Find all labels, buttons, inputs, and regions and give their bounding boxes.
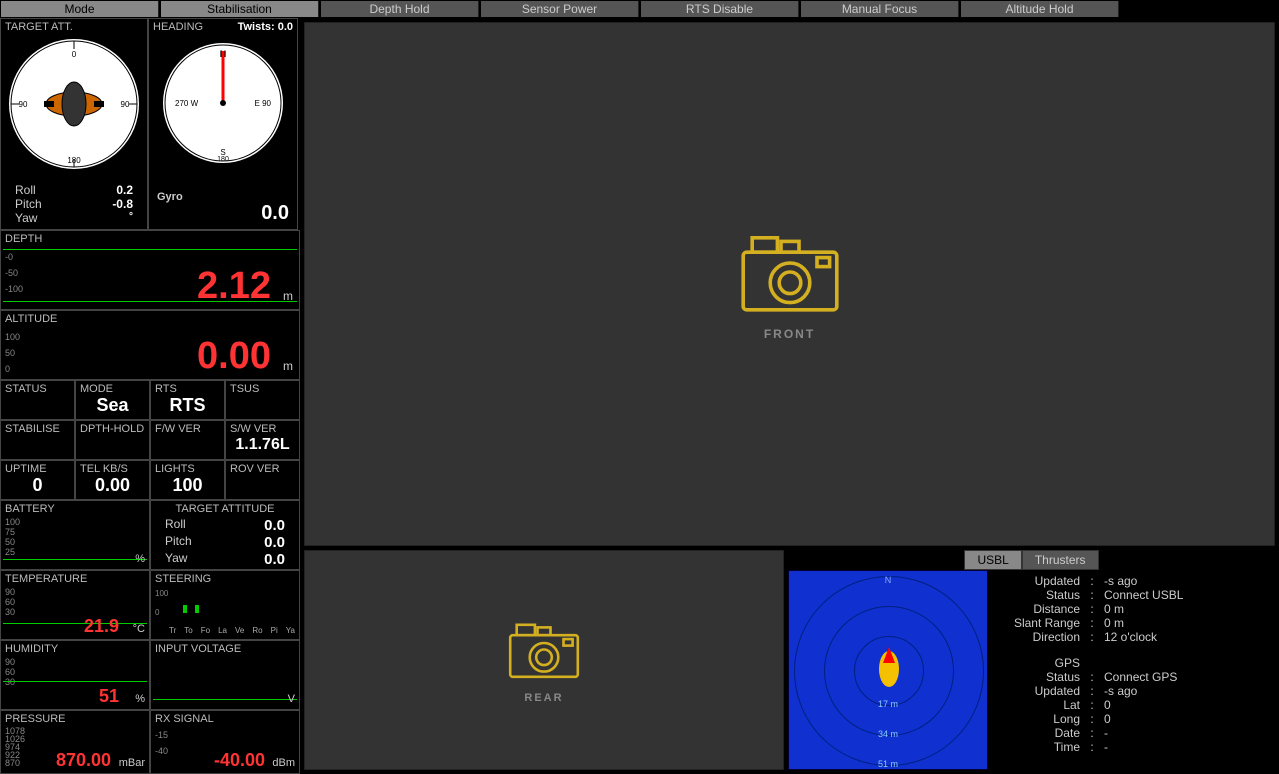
cell-rts: RTSRTS	[150, 380, 225, 420]
roll-value: 0.2	[116, 183, 133, 197]
status-grid: STATUS MODESea RTSRTS TSUS STABILISE DPT…	[0, 380, 300, 500]
sensor-power-button[interactable]: Sensor Power	[481, 1, 639, 17]
yaw-label: Yaw	[15, 211, 37, 225]
cell-rovver: ROV VER	[225, 460, 300, 500]
heading-title: HEADING	[153, 21, 203, 33]
cell-lights: LIGHTS100	[150, 460, 225, 500]
altitude-hold-button[interactable]: Altitude Hold	[961, 1, 1119, 17]
cell-status: STATUS	[0, 380, 75, 420]
cell-mode: MODESea	[75, 380, 150, 420]
temperature-panel: TEMPERATURE 906030 21.9 °C	[0, 570, 150, 640]
top-toolbar: Mode Stabilisation Depth Hold Sensor Pow…	[0, 0, 1279, 18]
temperature-value: 21.9	[84, 616, 119, 637]
rx-value: -40.00	[214, 750, 265, 771]
usbl-panel: USBL Thrusters N 17 m 34 m	[788, 550, 1275, 770]
rear-camera-view[interactable]: REAR	[304, 550, 784, 770]
tab-thrusters[interactable]: Thrusters	[1022, 550, 1099, 570]
rts-disable-button[interactable]: RTS Disable	[641, 1, 799, 17]
pitch-value: -0.8	[112, 197, 133, 211]
gyro-label: Gyro	[157, 191, 183, 203]
pressure-panel: PRESSURE 10781026974922870 870.00 mBar	[0, 710, 150, 774]
cell-telkbs: TEL KB/S0.00	[75, 460, 150, 500]
stabilisation-button[interactable]: Stabilisation	[161, 1, 319, 17]
steering-bar	[183, 605, 187, 613]
target-att-title: TARGET ATT.	[1, 19, 147, 35]
svg-text:270 W: 270 W	[175, 99, 199, 108]
camera-icon	[504, 617, 584, 682]
depth-value: 2.12	[99, 267, 299, 305]
rov-icon	[877, 643, 901, 687]
usbl-info: Updated:-s ago Status:Connect USBL Dista…	[988, 570, 1191, 770]
steering-bar	[195, 605, 199, 613]
battery-panel: BATTERY 100755025 %	[0, 500, 150, 570]
altitude-panel: ALTITUDE 100 50 0 0.00 m	[0, 310, 300, 380]
steering-panel: STEERING 100 0 TrToFoLaVeRoPiYa	[150, 570, 300, 640]
target-attitude-panel: TARGET ATTITUDE Roll0.0 Pitch0.0 Yaw0.0	[150, 500, 300, 570]
twists-label: Twists: 0.0	[238, 21, 293, 33]
sonar-display: N 17 m 34 m 51 m	[788, 570, 988, 770]
roll-label: Roll	[15, 183, 36, 197]
altitude-title: ALTITUDE	[1, 311, 299, 327]
heading-dial: HEADING Twists: 0.0 N E 90 S 180 270 W	[148, 18, 298, 230]
humidity-panel: HUMIDITY 906030 51 %	[0, 640, 150, 710]
depth-unit: m	[283, 289, 293, 303]
rear-label: REAR	[524, 692, 563, 704]
svg-text:E 90: E 90	[255, 99, 272, 108]
left-panel: TARGET ATT. 0 90 180 90	[0, 18, 300, 774]
depth-panel: DEPTH -0 -50 -100 2.12 m	[0, 230, 300, 310]
heading-value: 0.0	[261, 202, 289, 225]
pressure-value: 870.00	[56, 750, 111, 771]
pitch-label: Pitch	[15, 197, 42, 211]
humidity-value: 51	[99, 686, 119, 707]
altitude-unit: m	[283, 359, 293, 373]
attitude-indicator: 0 90 180 90	[9, 39, 139, 169]
svg-text:90: 90	[19, 100, 28, 109]
rx-signal-panel: RX SIGNAL -15-40 -40.00 dBm	[150, 710, 300, 774]
depth-title: DEPTH	[1, 231, 299, 247]
svg-text:90: 90	[121, 100, 130, 109]
camera-icon	[735, 227, 845, 317]
cell-uptime: UPTIME0	[0, 460, 75, 500]
svg-text:180: 180	[67, 156, 81, 165]
target-attitude-dial: TARGET ATT. 0 90 180 90	[0, 18, 148, 230]
front-label: FRONT	[764, 327, 815, 341]
manual-focus-button[interactable]: Manual Focus	[801, 1, 959, 17]
depth-hold-button[interactable]: Depth Hold	[321, 1, 479, 17]
mode-button[interactable]: Mode	[1, 1, 159, 17]
cell-dpthhold: DPTH-HOLD	[75, 420, 150, 460]
yaw-value: °	[129, 211, 133, 225]
svg-text:0: 0	[72, 50, 77, 59]
cell-stabilise: STABILISE	[0, 420, 75, 460]
cell-swver: S/W VER1.1.76L	[225, 420, 300, 460]
altitude-value: 0.00	[99, 337, 299, 375]
cell-tsus: TSUS	[225, 380, 300, 420]
compass-icon: N E 90 S 180 270 W	[163, 43, 283, 163]
front-camera-view[interactable]: FRONT	[304, 22, 1275, 546]
input-voltage-panel: INPUT VOLTAGE V	[150, 640, 300, 710]
tab-usbl[interactable]: USBL	[964, 550, 1021, 570]
svg-text:180: 180	[217, 156, 229, 163]
cell-fwver: F/W VER	[150, 420, 225, 460]
